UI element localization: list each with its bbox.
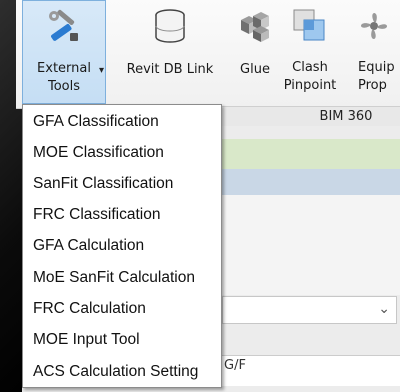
revit-db-link-label: Revit DB Link (126, 62, 214, 77)
clash-label-line2: Pinpoint (283, 78, 337, 93)
clash-label-line1: Clash (292, 60, 328, 75)
equip-prop-button[interactable]: Equip Prop (344, 0, 400, 104)
external-tools-label-line2: Tools (47, 79, 81, 94)
equip-label-line1: Equip (358, 60, 395, 75)
clash-pinpoint-button[interactable]: Clash Pinpoint (280, 0, 340, 104)
glue-cubes-icon (235, 6, 275, 46)
clash-pinpoint-icon (290, 6, 330, 46)
ribbon-group-label: BIM 360 (222, 106, 400, 126)
menu-item-frc-calculation[interactable]: FRC Calculation (23, 293, 221, 324)
tools-icon (44, 7, 84, 47)
glue-button[interactable]: Glue (230, 0, 280, 104)
menu-item-moe-sanfit-calculation[interactable]: MoE SanFit Calculation (23, 262, 221, 293)
properties-panel (222, 195, 400, 295)
glue-label: Glue (240, 62, 270, 77)
revit-db-link-button[interactable]: Revit DB Link (114, 0, 226, 104)
equip-label-line2: Prop (358, 78, 387, 93)
menu-item-frc-classification[interactable]: FRC Classification (23, 199, 221, 230)
menu-item-sanfit-classification[interactable]: SanFit Classification (23, 168, 221, 199)
dropdown-caret-icon: ▾ (99, 65, 105, 76)
menu-item-moe-input-tool[interactable]: MOE Input Tool (23, 324, 221, 355)
menu-item-gfa-calculation[interactable]: GFA Calculation (23, 230, 221, 261)
external-tools-menu: GFA Classification MOE Classification Sa… (22, 104, 222, 388)
database-icon (150, 6, 190, 46)
external-tools-label-line1: External (37, 61, 91, 76)
level-field[interactable]: G/F (222, 355, 400, 386)
menu-item-gfa-classification[interactable]: GFA Classification (23, 106, 221, 137)
level-field-text: G/F (224, 358, 246, 373)
properties-strip (222, 139, 400, 170)
menu-item-moe-classification[interactable]: MOE Classification (23, 137, 221, 168)
type-selector-dropdown[interactable]: ⌄ (222, 296, 397, 324)
external-tools-button[interactable]: External Tools ▾ (22, 0, 106, 104)
chevron-down-icon: ⌄ (378, 301, 390, 317)
fan-icon (354, 6, 394, 46)
menu-item-acs-calculation-setting[interactable]: ACS Calculation Setting (23, 356, 221, 387)
selected-row-strip (222, 169, 400, 195)
